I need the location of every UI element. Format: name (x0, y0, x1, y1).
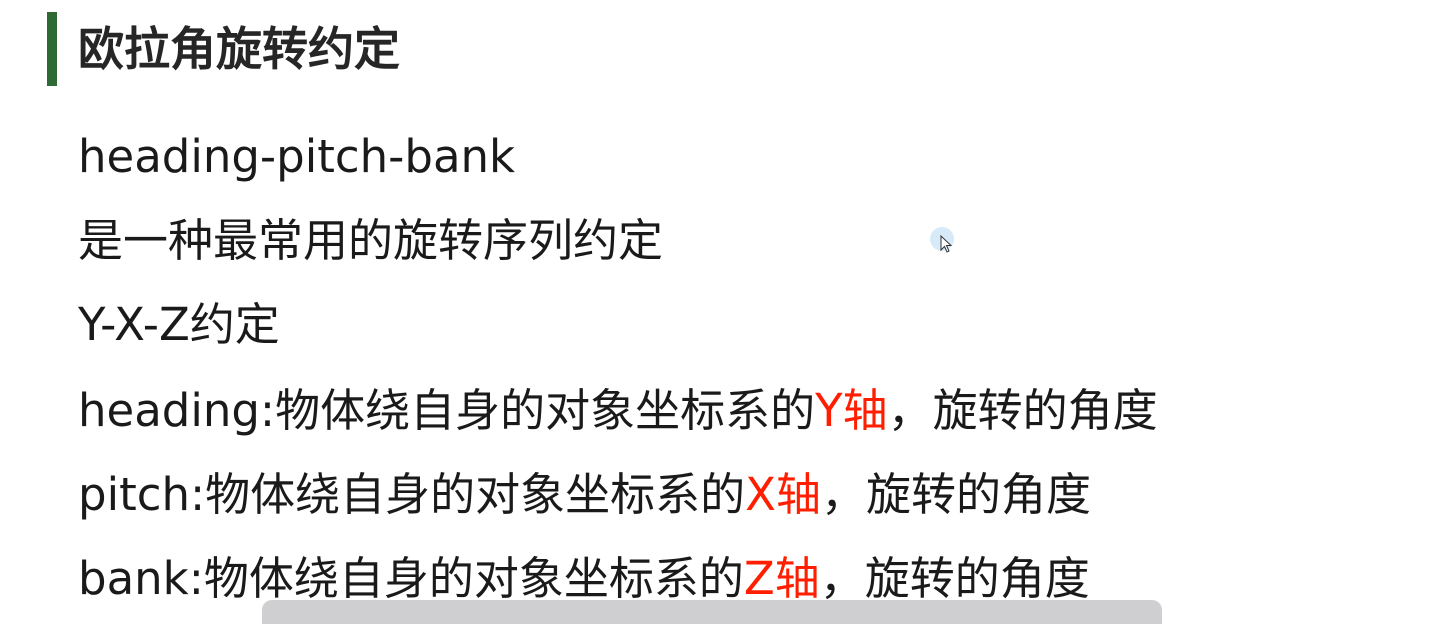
title-accent-bar (47, 12, 57, 86)
heading-axis-label: Y轴 (815, 384, 888, 437)
video-controls-bar[interactable] (262, 600, 1162, 624)
slide-line-1: heading-pitch-bank (78, 130, 516, 183)
slide-line-3: Y-X-Z约定 (78, 298, 280, 351)
slide-line-heading: heading:物体绕自身的对象坐标系的Y轴，旋转的角度 (78, 384, 1158, 438)
bank-axis-label: Z轴 (743, 552, 820, 605)
heading-description: heading:物体绕自身的对象坐标系的 (78, 384, 816, 437)
bank-suffix: ，旋转的角度 (819, 552, 1090, 605)
pitch-axis-label: X轴 (745, 468, 821, 521)
pitch-suffix: ，旋转的角度 (820, 468, 1091, 521)
slide-line-2: 是一种最常用的旋转序列约定 (78, 214, 664, 267)
bank-description: bank:物体绕自身的对象坐标系的 (78, 552, 744, 605)
slide-line-bank: bank:物体绕自身的对象坐标系的Z轴，旋转的角度 (78, 552, 1090, 606)
heading-suffix: ，旋转的角度 (887, 384, 1158, 437)
slide-line-pitch: pitch:物体绕自身的对象坐标系的X轴，旋转的角度 (78, 468, 1091, 522)
pitch-description: pitch:物体绕自身的对象坐标系的 (78, 468, 746, 521)
slide-title: 欧拉角旋转约定 (78, 22, 400, 76)
mouse-pointer-icon (930, 227, 954, 253)
